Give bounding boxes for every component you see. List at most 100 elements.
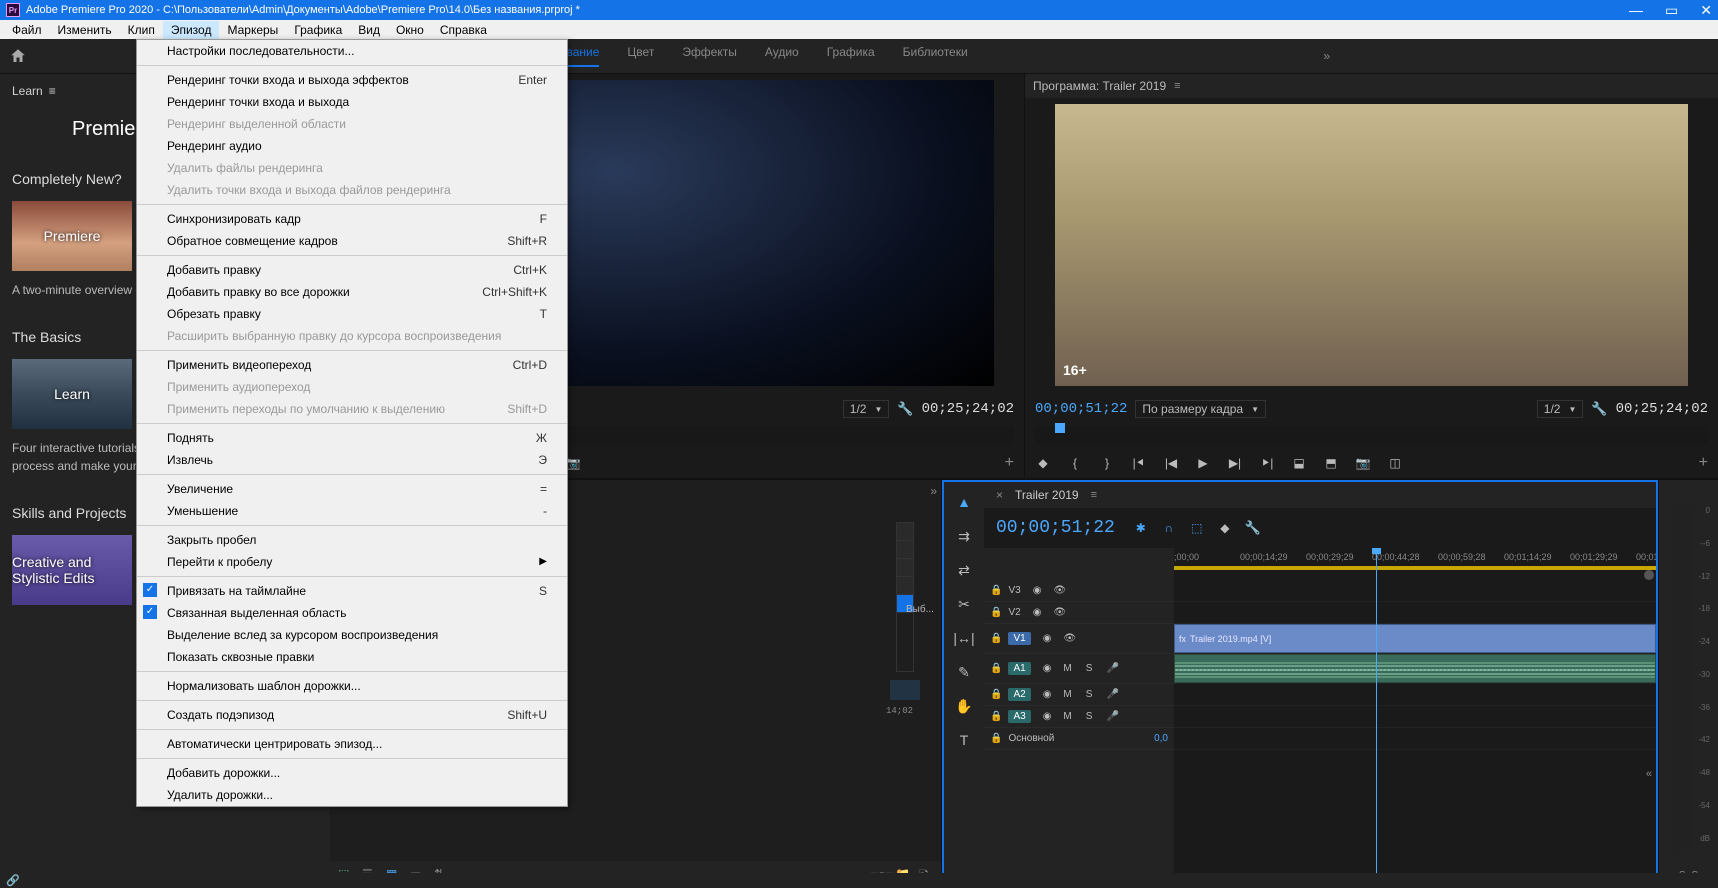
track-output-icon[interactable]: ◉	[1033, 607, 1042, 618]
track-output-icon[interactable]: ◉	[1043, 689, 1052, 700]
menu-item[interactable]: ✓Связанная выделенная область	[137, 602, 567, 624]
step-fwd-icon[interactable]: ▶|	[1227, 455, 1243, 471]
video-clip[interactable]: fxTrailer 2019.mp4 [V]	[1174, 624, 1656, 653]
hand-tool-icon[interactable]: ✋	[952, 694, 976, 718]
mute-button[interactable]: M	[1063, 689, 1071, 700]
menu-item[interactable]: Показать сквозные правки	[137, 646, 567, 668]
track-label[interactable]: V3	[1008, 585, 1020, 596]
menu-item[interactable]: Удалить дорожки...	[137, 784, 567, 806]
add-marker-icon[interactable]: ◆	[1035, 455, 1051, 471]
learn-thumb-1[interactable]: Premiere	[12, 201, 132, 271]
program-zoom-select[interactable]: 1/2▼	[1537, 400, 1584, 418]
program-video[interactable]: 16+	[1055, 104, 1688, 386]
razor-tool-icon[interactable]: ✂	[952, 592, 976, 616]
play-icon[interactable]: ▶	[1195, 455, 1211, 471]
menu-item[interactable]: Обрезать правкуT	[137, 303, 567, 325]
panel-menu-icon[interactable]: ≡	[1174, 80, 1180, 92]
workspace-tab-2[interactable]: Эффекты	[682, 45, 737, 67]
workspace-tab-4[interactable]: Графика	[827, 45, 875, 67]
source-zoom-select[interactable]: 1/2▼	[843, 400, 890, 418]
menu-item[interactable]: Добавить правкуCtrl+K	[137, 259, 567, 281]
program-tc-current[interactable]: 00;00;51;22	[1035, 401, 1127, 417]
timeline-tc[interactable]: 00;00;51;22	[996, 518, 1115, 538]
mark-in-icon[interactable]: {	[1067, 455, 1083, 471]
lock-icon[interactable]: 🔒	[990, 585, 1002, 596]
ripple-tool-icon[interactable]: ⇄	[952, 558, 976, 582]
menu-item[interactable]: Рендеринг аудио	[137, 135, 567, 157]
workspace-tab-3[interactable]: Аудио	[765, 45, 799, 67]
workspace-tab-5[interactable]: Библиотеки	[903, 45, 968, 67]
project-clip-thumb[interactable]	[890, 680, 920, 700]
menu-item[interactable]: ИзвлечьЭ	[137, 449, 567, 471]
track-a1-body[interactable]	[1174, 654, 1656, 684]
menu-изменить[interactable]: Изменить	[50, 21, 120, 39]
menu-item[interactable]: Выделение вслед за курсором воспроизведе…	[137, 624, 567, 646]
program-fit-select[interactable]: По размеру кадра▼	[1135, 400, 1266, 418]
track-select-tool-icon[interactable]: ⇉	[952, 524, 976, 548]
menu-item[interactable]: Рендеринг точки входа и выхода	[137, 91, 567, 113]
menu-item[interactable]: Применить видеопереходCtrl+D	[137, 354, 567, 376]
lift-icon[interactable]: ⬓	[1291, 455, 1307, 471]
add-button-icon[interactable]: +	[1005, 454, 1014, 472]
slip-tool-icon[interactable]: |↔|	[952, 626, 976, 650]
menu-item[interactable]: Перейти к пробелу▶	[137, 551, 567, 573]
project-selector[interactable]	[896, 522, 914, 672]
mute-button[interactable]: M	[1063, 663, 1071, 674]
track-target[interactable]: A1	[1008, 662, 1030, 675]
lock-icon[interactable]: 🔒	[990, 689, 1002, 700]
track-master-body[interactable]	[1174, 728, 1656, 750]
track-output-icon[interactable]: ◉	[1033, 585, 1042, 596]
menu-item[interactable]: Рендеринг точки входа и выхода эффектовE…	[137, 69, 567, 91]
menu-item[interactable]: Добавить дорожки...	[137, 762, 567, 784]
menu-клип[interactable]: Клип	[120, 21, 163, 39]
timeline-seq-name[interactable]: Trailer 2019	[1015, 488, 1079, 502]
close-button[interactable]: ✕	[1700, 2, 1712, 19]
menu-item[interactable]: Нормализовать шаблон дорожки...	[137, 675, 567, 697]
learn-thumb-3[interactable]: Creative and Stylistic Edits	[12, 535, 132, 605]
menu-item[interactable]: Автоматически центрировать эпизод...	[137, 733, 567, 755]
add-button-icon[interactable]: +	[1699, 454, 1708, 472]
workspace-overflow[interactable]: »	[1323, 49, 1330, 63]
menu-файл[interactable]: Файл	[4, 21, 50, 39]
menu-item[interactable]: Добавить правку во все дорожкиCtrl+Shift…	[137, 281, 567, 303]
master-value[interactable]: 0,0	[1154, 733, 1168, 744]
selection-tool-icon[interactable]: ▲	[952, 490, 976, 514]
mute-button[interactable]: M	[1063, 711, 1071, 722]
go-in-icon[interactable]: |⯇	[1131, 455, 1147, 471]
audio-clip-a1[interactable]	[1174, 654, 1656, 683]
type-tool-icon[interactable]: T	[952, 728, 976, 752]
mark-out-icon[interactable]: }	[1099, 455, 1115, 471]
project-sel-item[interactable]	[897, 523, 913, 541]
menu-вид[interactable]: Вид	[350, 21, 388, 39]
track-target[interactable]: A2	[1008, 688, 1030, 701]
source-settings-icon[interactable]: 🔧	[897, 401, 913, 417]
comparison-icon[interactable]: ◫	[1387, 455, 1403, 471]
program-mini-timeline[interactable]	[1035, 426, 1708, 444]
solo-button[interactable]: S	[1086, 711, 1093, 722]
menu-item[interactable]: Настройки последовательности...	[137, 40, 567, 62]
export-frame-icon[interactable]: 📷	[1355, 455, 1371, 471]
timeline-settings-icon[interactable]: 🔧	[1245, 520, 1261, 536]
project-sel-item[interactable]	[897, 541, 913, 559]
extract-icon[interactable]: ⬒	[1323, 455, 1339, 471]
timeline-close-icon[interactable]: ×	[996, 488, 1003, 502]
menu-графика[interactable]: Графика	[286, 21, 350, 39]
track-v3-body[interactable]	[1174, 580, 1656, 602]
link-icon[interactable]: 🔗	[6, 874, 20, 887]
lock-icon[interactable]: 🔒	[990, 733, 1002, 744]
add-marker-icon[interactable]: ◆	[1217, 520, 1233, 536]
menu-item[interactable]: ✓Привязать на таймлайнеS	[137, 580, 567, 602]
voice-over-icon[interactable]: 🎤	[1106, 711, 1118, 722]
menu-маркеры[interactable]: Маркеры	[219, 21, 286, 39]
solo-button[interactable]: S	[1086, 663, 1093, 674]
track-visibility-icon[interactable]: 👁	[1053, 607, 1066, 618]
menu-item[interactable]: Создать подэпизодShift+U	[137, 704, 567, 726]
menu-item[interactable]: ПоднятьЖ	[137, 427, 567, 449]
voice-over-icon[interactable]: 🎤	[1106, 663, 1118, 674]
learn-thumb-2[interactable]: Learn	[12, 359, 132, 429]
menu-окно[interactable]: Окно	[388, 21, 432, 39]
solo-button[interactable]: S	[1086, 689, 1093, 700]
markers-icon[interactable]: ⬚	[1189, 520, 1205, 536]
linked-selection-icon[interactable]: ∩	[1161, 520, 1177, 536]
project-sel-item[interactable]	[897, 577, 913, 595]
